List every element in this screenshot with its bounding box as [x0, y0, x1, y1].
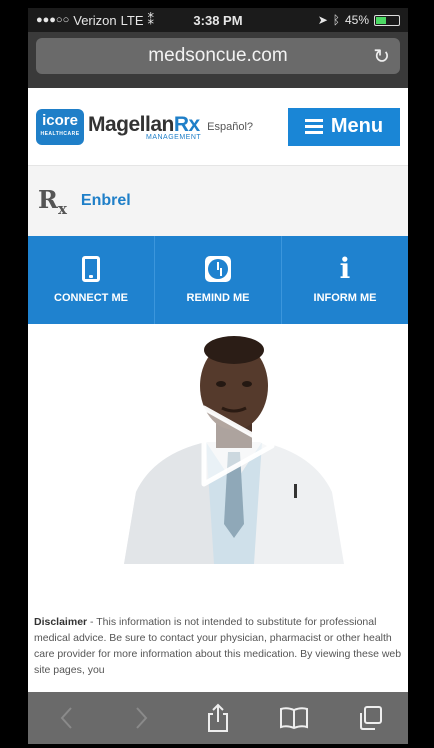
rx-icon: Rx: [38, 184, 67, 218]
browser-toolbar: [28, 692, 408, 744]
chevron-left-icon: [60, 707, 72, 729]
share-button[interactable]: [198, 698, 238, 738]
icore-logo[interactable]: icore HEALTHCARE: [36, 108, 84, 145]
share-icon: [208, 703, 228, 732]
network-label: LTE: [120, 12, 144, 28]
battery-percent: 45%: [344, 13, 369, 27]
video-player[interactable]: [28, 324, 408, 564]
bookmarks-button[interactable]: [274, 698, 314, 738]
tabs-icon: [360, 706, 382, 730]
action-bar: CONNECT ME REMIND ME i INFORM ME: [28, 236, 408, 324]
chevron-right-icon: [136, 707, 148, 729]
reload-icon[interactable]: ↻: [373, 44, 390, 69]
magellan-logo[interactable]: MagellanRx MANAGEMENT: [88, 113, 201, 141]
disclaimer-text: Disclaimer - This information is not int…: [28, 564, 408, 690]
hamburger-icon: [304, 119, 323, 134]
signal-strength: ●●●○○: [36, 14, 70, 26]
menu-button[interactable]: Menu: [288, 107, 400, 146]
address-bar[interactable]: medsoncue.com ↻: [36, 38, 400, 74]
tabs-button[interactable]: [350, 698, 390, 738]
drug-name[interactable]: Enbrel: [81, 192, 131, 210]
info-icon: i: [339, 252, 351, 285]
phone-icon: [82, 256, 100, 282]
site-header: icore HEALTHCARE MagellanRx MANAGEMENT E…: [28, 88, 408, 166]
status-bar: ●●●○○ Verizon LTE ⁑ 3:38 PM ➤ ᛒ 45%: [28, 8, 408, 32]
remind-me-button[interactable]: REMIND ME: [155, 236, 282, 324]
disclaimer-body: - This information is not intended to su…: [34, 616, 402, 676]
forward-button[interactable]: [122, 698, 162, 738]
location-icon: ➤: [317, 13, 328, 27]
phone-screen: ●●●○○ Verizon LTE ⁑ 3:38 PM ➤ ᛒ 45% meds…: [28, 8, 408, 744]
drug-title-row: Rx Enbrel: [28, 166, 408, 236]
url-text: medsoncue.com: [148, 45, 288, 66]
network-activity-icon: ⁑: [147, 12, 155, 27]
book-icon: [280, 707, 308, 730]
espanol-link[interactable]: Español?: [207, 121, 253, 133]
back-button[interactable]: [46, 698, 86, 738]
connect-me-button[interactable]: CONNECT ME: [28, 236, 155, 324]
play-icon[interactable]: [180, 394, 284, 498]
battery-icon: [374, 14, 400, 26]
carrier-label: Verizon: [73, 12, 117, 28]
bluetooth-icon: ᛒ: [332, 13, 340, 27]
browser-address-area: medsoncue.com ↻: [28, 32, 408, 88]
inform-me-button[interactable]: i INFORM ME: [282, 236, 408, 324]
menu-label: Menu: [330, 115, 384, 137]
disclaimer-label: Disclaimer: [34, 616, 88, 628]
clock-icon: [205, 256, 231, 282]
